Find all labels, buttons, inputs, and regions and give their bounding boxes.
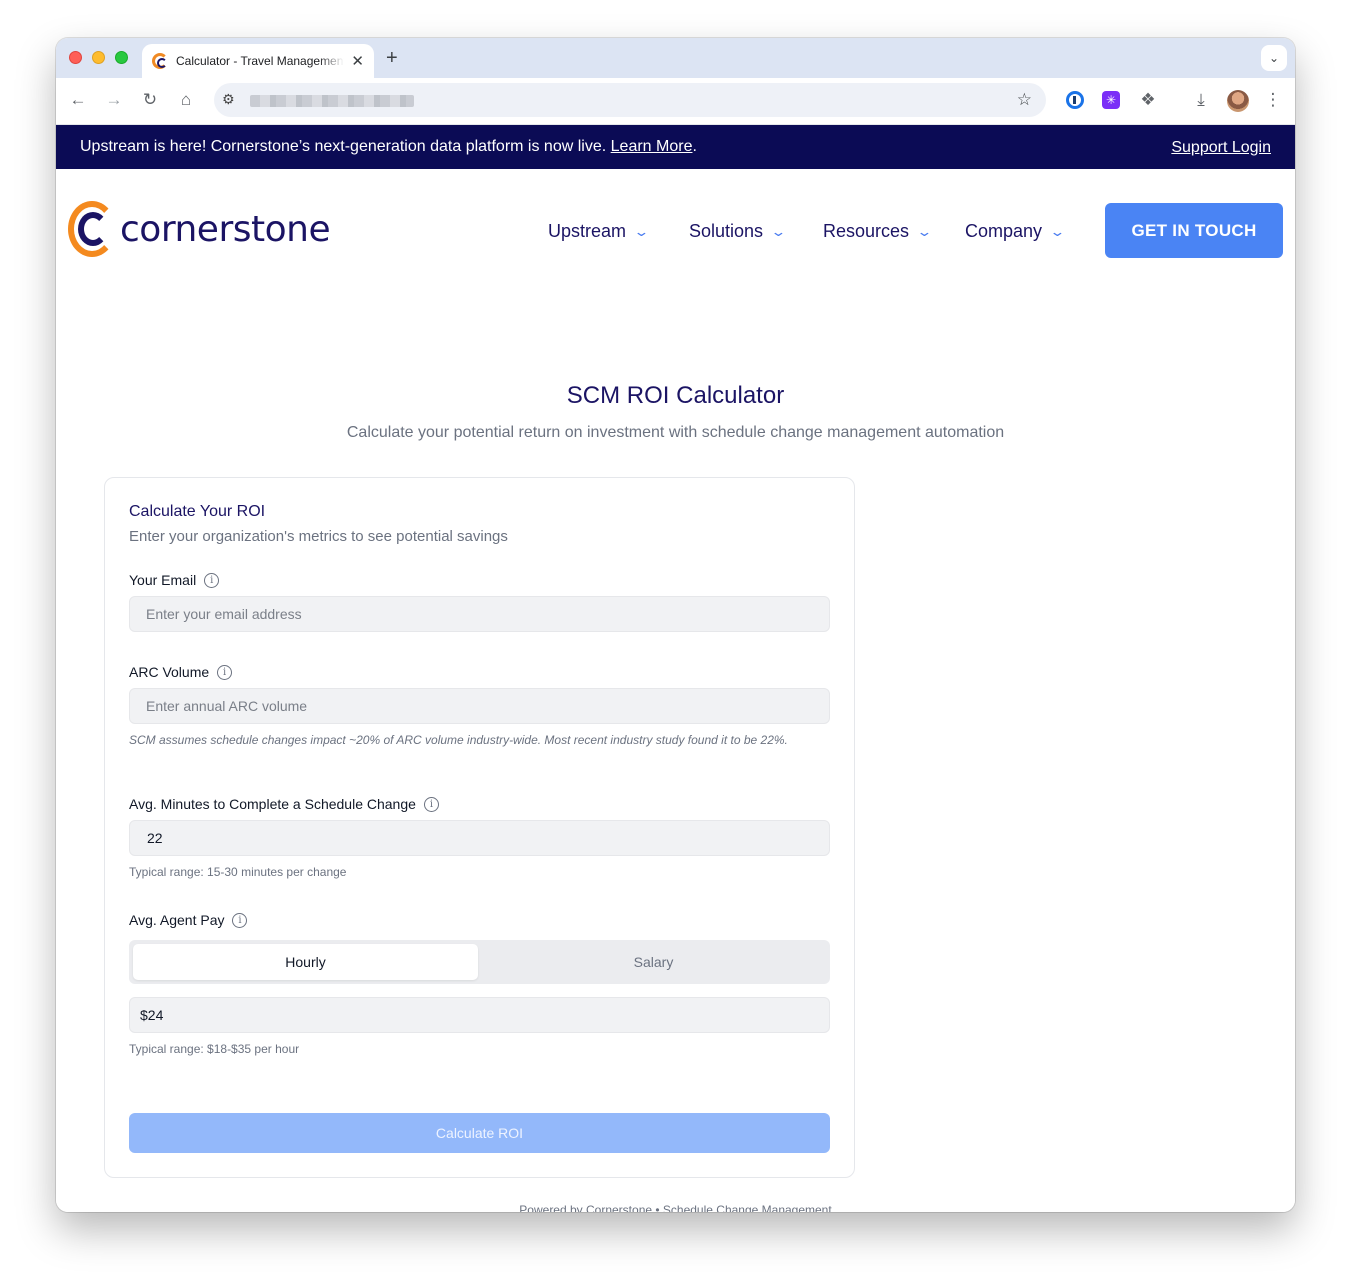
announcement-text: Upstream is here! Cornerstone’s next-gen…: [80, 138, 697, 156]
nav-company-label: Company: [965, 221, 1043, 241]
minutes-label-text: Avg. Minutes to Complete a Schedule Chan…: [129, 796, 416, 812]
bookmark-star-icon[interactable]: ☆: [1017, 90, 1032, 110]
minutes-hint: Typical range: 15-30 minutes per change: [129, 865, 347, 879]
agent-pay-label: Avg. Agent Pay i: [129, 912, 248, 928]
new-tab-button[interactable]: +: [386, 47, 398, 70]
nav-resources-label: Resources: [823, 221, 910, 241]
nav-solutions[interactable]: Solutions ⌄: [689, 221, 787, 242]
roi-calculator-card: Calculate Your ROI Enter your organizati…: [104, 477, 855, 1178]
card-title: Calculate Your ROI: [129, 503, 266, 520]
tab-search-button[interactable]: ⌄: [1261, 45, 1287, 71]
arc-volume-note: SCM assumes schedule changes impact ~20%…: [129, 733, 788, 747]
nav-solutions-label: Solutions: [689, 221, 764, 241]
support-login-link[interactable]: Support Login: [1171, 139, 1271, 157]
nav-upstream[interactable]: Upstream ⌄: [548, 221, 650, 242]
agent-pay-input[interactable]: $24: [129, 997, 830, 1033]
browser-menu-icon[interactable]: ⋮: [1262, 90, 1284, 110]
minimize-window-button[interactable]: [92, 51, 105, 64]
pay-type-toggle: Hourly Salary: [129, 940, 830, 984]
announcement-period: .: [692, 138, 697, 155]
password-manager-extension-icon[interactable]: [1066, 91, 1084, 109]
reload-icon[interactable]: ↻: [139, 90, 161, 110]
calculate-roi-button[interactable]: Calculate ROI: [129, 1113, 830, 1153]
agent-pay-hint: Typical range: $18-$35 per hour: [129, 1042, 300, 1056]
purple-extension-icon[interactable]: ✳: [1102, 91, 1120, 109]
info-icon[interactable]: i: [423, 796, 439, 812]
chevron-down-icon: ⌄: [770, 223, 787, 239]
nav-company[interactable]: Company ⌄: [965, 221, 1066, 242]
maximize-window-button[interactable]: [115, 51, 128, 64]
tab-strip: Calculator - Travel Management ✕ + ⌄: [56, 38, 1295, 78]
back-arrow-icon[interactable]: ←: [67, 90, 89, 110]
url-blurred: [250, 95, 414, 107]
announcement-message: Upstream is here! Cornerstone’s next-gen…: [80, 138, 607, 155]
close-window-button[interactable]: [69, 51, 82, 64]
page-subtitle: Calculate your potential return on inves…: [346, 424, 1005, 441]
info-icon[interactable]: i: [232, 912, 248, 928]
salary-option[interactable]: Salary: [481, 944, 826, 980]
download-icon[interactable]: ⤓: [1190, 90, 1212, 110]
cornerstone-logo[interactable]: cornerstone: [68, 199, 331, 257]
minutes-input[interactable]: 22: [129, 820, 830, 856]
footer-credit: Powered by Cornerstone • Schedule Change…: [519, 1203, 832, 1212]
browser-window: Calculator - Travel Management ✕ + ⌄ ← →…: [56, 38, 1295, 1212]
email-label-text: Your Email: [129, 572, 197, 588]
card-description: Enter your organization's metrics to see…: [129, 528, 508, 545]
email-field[interactable]: Enter your email address: [129, 596, 830, 632]
email-label: Your Email i: [129, 572, 220, 588]
chevron-down-icon: ⌄: [916, 223, 933, 239]
get-in-touch-button[interactable]: GET IN TOUCH: [1105, 203, 1283, 258]
site-settings-icon[interactable]: ⚙: [222, 91, 235, 108]
arc-volume-label: ARC Volume i: [129, 664, 233, 680]
page-title: SCM ROI Calculator: [566, 382, 785, 409]
info-icon[interactable]: i: [217, 664, 233, 680]
arc-volume-label-text: ARC Volume: [129, 664, 210, 680]
chevron-down-icon: ⌄: [633, 223, 650, 239]
learn-more-link[interactable]: Learn More: [611, 138, 693, 155]
browser-tab-active[interactable]: Calculator - Travel Management ✕: [142, 44, 374, 78]
address-bar[interactable]: ⚙ ☆: [214, 83, 1046, 117]
logo-wordmark: cornerstone: [120, 209, 331, 250]
announcement-banner: Upstream is here! Cornerstone’s next-gen…: [56, 125, 1295, 169]
nav-resources[interactable]: Resources ⌄: [823, 221, 933, 242]
tab-close-icon[interactable]: ✕: [351, 52, 364, 70]
browser-toolbar: ← → ↻ ⌂ ⚙ ☆ ✳ ❖ ⤓ ⋮: [56, 78, 1295, 125]
minutes-label: Avg. Minutes to Complete a Schedule Chan…: [129, 796, 439, 812]
cornerstone-logo-mark: [68, 200, 116, 257]
profile-avatar[interactable]: [1227, 90, 1249, 112]
agent-pay-label-text: Avg. Agent Pay: [129, 912, 225, 928]
web-page: Upstream is here! Cornerstone’s next-gen…: [56, 125, 1295, 1212]
extensions-puzzle-icon[interactable]: ❖: [1137, 90, 1159, 110]
info-icon[interactable]: i: [204, 572, 220, 588]
cornerstone-favicon-icon: [152, 53, 168, 69]
tab-title: Calculator - Travel Management: [176, 54, 344, 68]
chevron-down-icon: ⌄: [1049, 223, 1066, 239]
home-icon[interactable]: ⌂: [175, 90, 197, 110]
forward-arrow-icon[interactable]: →: [103, 90, 125, 110]
nav-upstream-label: Upstream: [548, 221, 627, 241]
arc-volume-input[interactable]: Enter annual ARC volume: [129, 688, 830, 724]
hourly-option[interactable]: Hourly: [133, 944, 478, 980]
